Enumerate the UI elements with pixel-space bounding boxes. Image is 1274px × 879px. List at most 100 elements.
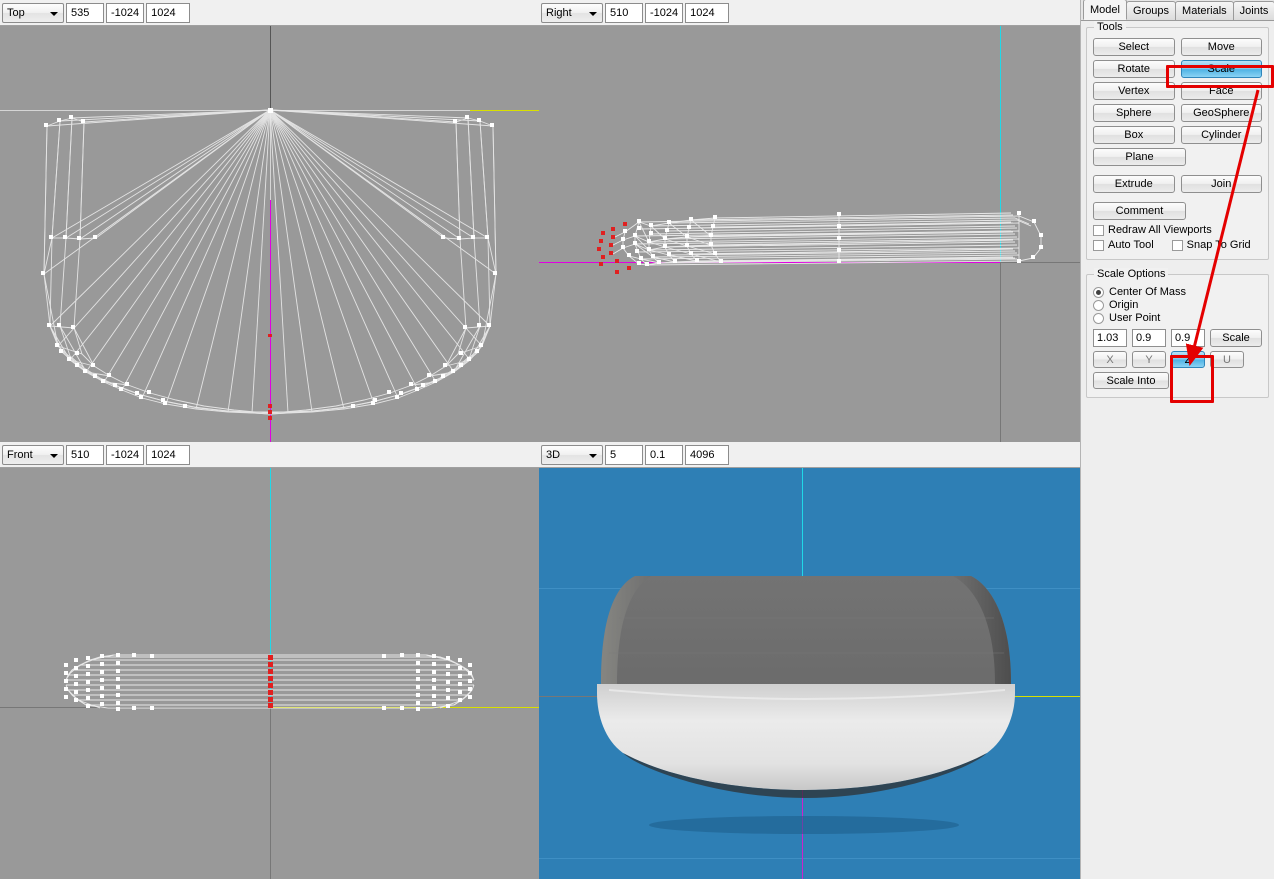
viewport-right-near-field[interactable]: -1024 xyxy=(645,2,684,23)
geosphere-tool-button[interactable]: GeoSphere xyxy=(1180,104,1262,122)
viewport-top-far-field[interactable]: 1024 xyxy=(146,2,191,23)
scale-x-input[interactable]: 1.03 xyxy=(1093,329,1127,347)
select-tool-button[interactable]: Select xyxy=(1093,38,1175,56)
select-tool-label: Select xyxy=(1118,41,1150,53)
viewport-3d-view-select[interactable]: 3D xyxy=(541,444,603,465)
scale-into-button[interactable]: Scale Into xyxy=(1093,372,1169,389)
rotate-tool-button[interactable]: Rotate xyxy=(1093,60,1175,78)
scale-apply-button[interactable]: Scale xyxy=(1210,329,1262,347)
viewport-front-header: Front 510 -1024 1024 xyxy=(0,442,539,468)
axis-y-label: Y xyxy=(1145,353,1153,366)
redraw-all-viewports-row[interactable]: Redraw All Viewports xyxy=(1093,224,1262,236)
tool-row-6: Plane xyxy=(1093,148,1262,166)
z-value-highlight-box xyxy=(1170,355,1214,403)
viewport-top[interactable]: Top 535 -1024 1024 xyxy=(0,0,539,442)
panel-tabstrip: Model Groups Materials Joints xyxy=(1081,0,1274,21)
plane-tool-button[interactable]: Plane xyxy=(1093,148,1186,166)
auto-tool-label: Auto Tool xyxy=(1108,239,1154,251)
viewport-front-view-select[interactable]: Front xyxy=(2,444,64,465)
chevron-down-icon xyxy=(589,453,597,458)
move-tool-button[interactable]: Move xyxy=(1180,38,1262,56)
viewport-right-canvas[interactable] xyxy=(539,26,1080,442)
viewport-top-zoom-field[interactable]: 535 xyxy=(66,2,104,23)
tab-model-label: Model xyxy=(1090,3,1120,16)
tab-joints-label: Joints xyxy=(1239,5,1269,17)
chevron-down-icon xyxy=(50,453,58,458)
viewport-front-near-field[interactable]: -1024 xyxy=(106,444,145,465)
vertex-markers xyxy=(41,108,497,408)
scale-value-row: 1.03 0.9 0.9 Scale xyxy=(1093,329,1262,347)
scale-z-input[interactable]: 0.9 xyxy=(1171,329,1205,347)
vertex-tool-button[interactable]: Vertex xyxy=(1093,82,1175,100)
viewport-right-header: Right 510 -1024 1024 xyxy=(539,0,1080,26)
viewport-3d-header: 3D 5 0.1 4096 xyxy=(539,442,1080,468)
viewport-right-view-select[interactable]: Right xyxy=(541,2,603,23)
user-point-radio[interactable] xyxy=(1093,312,1104,324)
viewport-top-near-field[interactable]: -1024 xyxy=(106,2,145,23)
viewport-right[interactable]: Right 510 -1024 1024 xyxy=(539,0,1080,442)
tool-row-7: Extrude Join xyxy=(1093,175,1262,193)
chevron-down-icon xyxy=(589,11,597,16)
viewport-right-wireframe xyxy=(597,211,1043,274)
viewport-3d-near-field[interactable]: 0.1 xyxy=(645,444,683,465)
center-of-mass-radio[interactable] xyxy=(1093,286,1104,298)
center-of-mass-label: Center Of Mass xyxy=(1109,286,1187,298)
viewport-front-wireframe xyxy=(64,653,475,711)
viewport-3d-far-field[interactable]: 4096 xyxy=(685,444,729,465)
viewport-right-far-field[interactable]: 1024 xyxy=(685,2,730,23)
viewport-top-view-select[interactable]: Top xyxy=(2,2,64,23)
viewport-3d[interactable]: 3D 5 0.1 4096 xyxy=(539,442,1080,879)
auto-tool-checkbox[interactable] xyxy=(1093,239,1104,251)
user-point-row[interactable]: User Point xyxy=(1093,312,1262,324)
tool-row-8: Comment xyxy=(1093,202,1262,220)
viewport-3d-zoom-field[interactable]: 5 xyxy=(605,444,643,465)
box-tool-label: Box xyxy=(1124,129,1144,141)
viewport-front-canvas[interactable] xyxy=(0,468,539,879)
join-tool-button[interactable]: Join xyxy=(1180,175,1262,193)
viewport-3d-model xyxy=(597,576,1015,834)
snap-to-grid-checkbox[interactable] xyxy=(1171,239,1183,251)
tab-materials-label: Materials xyxy=(1182,5,1227,17)
viewport-front-far-field[interactable]: 1024 xyxy=(146,444,191,465)
box-tool-button[interactable]: Box xyxy=(1093,126,1175,144)
scale-options-group-label: Scale Options xyxy=(1094,268,1169,280)
tab-materials[interactable]: Materials xyxy=(1175,1,1234,20)
origin-radio[interactable] xyxy=(1093,299,1104,311)
sphere-tool-button[interactable]: Sphere xyxy=(1093,104,1175,122)
viewport-front-view-label: Front xyxy=(7,448,33,461)
redraw-all-viewports-label: Redraw All Viewports xyxy=(1108,224,1212,236)
tool-row-4: Sphere GeoSphere xyxy=(1093,104,1262,122)
tab-joints[interactable]: Joints xyxy=(1232,1,1274,20)
move-tool-label: Move xyxy=(1207,41,1235,53)
viewport-front[interactable]: Front 510 -1024 1024 xyxy=(0,442,539,879)
viewport-top-view-label: Top xyxy=(7,6,25,19)
selected-vertex-markers xyxy=(268,334,272,420)
viewport-top-canvas[interactable] xyxy=(0,26,539,442)
viewport-right-view-label: Right xyxy=(546,6,572,19)
viewport-top-wireframe xyxy=(41,108,497,420)
axis-y-button[interactable]: Y xyxy=(1132,351,1166,368)
cylinder-tool-button[interactable]: Cylinder xyxy=(1180,126,1262,144)
extrude-tool-label: Extrude xyxy=(1114,178,1153,190)
viewport-front-zoom-field[interactable]: 510 xyxy=(66,444,104,465)
comment-button[interactable]: Comment xyxy=(1093,202,1186,220)
origin-label: Origin xyxy=(1109,299,1139,311)
scale-y-input[interactable]: 0.9 xyxy=(1132,329,1166,347)
auto-tool-row: Auto Tool Snap To Grid xyxy=(1093,239,1262,251)
plane-tool-label: Plane xyxy=(1125,151,1154,163)
right-panel: Model Groups Materials Joints Tools Sele… xyxy=(1080,0,1274,879)
tab-model[interactable]: Model xyxy=(1083,0,1127,20)
user-point-label: User Point xyxy=(1109,312,1161,324)
center-of-mass-row[interactable]: Center Of Mass xyxy=(1093,286,1262,298)
tools-group: Tools Select Move Rotate Scale Vertex Fa… xyxy=(1086,21,1269,260)
comment-label: Comment xyxy=(1115,205,1164,217)
redraw-all-viewports-checkbox[interactable] xyxy=(1093,224,1104,236)
viewport-3d-canvas[interactable] xyxy=(539,468,1080,879)
tools-group-label: Tools xyxy=(1094,21,1126,33)
axis-x-button[interactable]: X xyxy=(1093,351,1127,368)
axis-u-button[interactable]: U xyxy=(1210,351,1244,368)
tab-groups[interactable]: Groups xyxy=(1125,1,1177,20)
viewport-right-zoom-field[interactable]: 510 xyxy=(605,2,643,23)
extrude-tool-button[interactable]: Extrude xyxy=(1093,175,1175,193)
origin-row[interactable]: Origin xyxy=(1093,299,1262,311)
